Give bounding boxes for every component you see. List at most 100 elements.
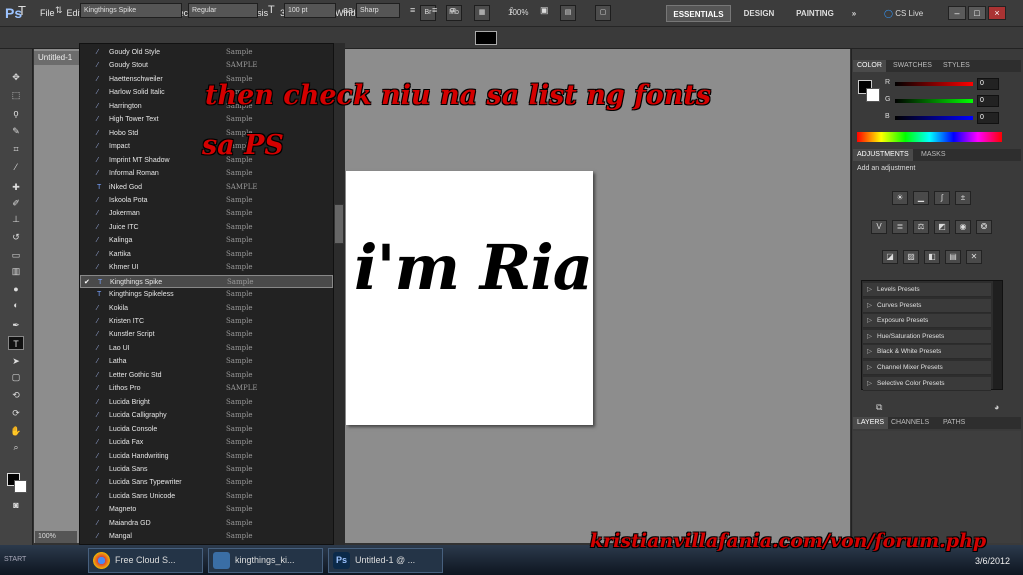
shape-tool-icon[interactable]: ▢ [8, 370, 24, 384]
3d-orbit-tool-icon[interactable]: ⟳ [8, 406, 24, 420]
font-list-item[interactable]: ⁄ Lucida Calligraphy Sample [80, 409, 333, 423]
gradient-map-icon[interactable]: ▤ [945, 250, 961, 264]
photo-filter-icon[interactable]: ◉ [955, 220, 971, 234]
type-tool-icon-active[interactable]: T [8, 336, 24, 350]
black-white-icon[interactable]: ◩ [934, 220, 950, 234]
levels-icon[interactable]: ▁ [913, 191, 929, 205]
minimize-button[interactable]: – [948, 6, 966, 20]
font-list-item[interactable]: ⁄ Lucida Console Sample [80, 423, 333, 437]
tab-swatches[interactable]: SWATCHES [889, 60, 936, 72]
font-list-item[interactable]: ⁄ Goudy Stout SAMPLE [80, 59, 333, 73]
font-list-item[interactable]: ⁄ Kalinga Sample [80, 234, 333, 248]
font-list-item[interactable]: ⁄ Lao UI Sample [80, 342, 333, 356]
3d-rotate-tool-icon[interactable]: ⟲ [8, 388, 24, 402]
channel-r-slider[interactable] [895, 82, 973, 86]
posterize-icon[interactable]: ▨ [903, 250, 919, 264]
workspace-design[interactable]: DESIGN [738, 5, 780, 22]
taskbar-item-chrome[interactable]: Free Cloud S... [88, 548, 203, 573]
font-size-field[interactable]: 100 pt [284, 3, 336, 18]
presets-scrollbar[interactable] [993, 281, 1002, 389]
font-list-item[interactable]: ⁄ Kartika Sample [80, 248, 333, 262]
eyedropper-tool-icon[interactable]: ⁄ [8, 160, 24, 174]
font-list-item[interactable]: T Kingthings Spikeless Sample [80, 288, 333, 302]
antialias-field[interactable]: Sharp [356, 3, 400, 18]
stamp-tool-icon[interactable]: ⊥ [8, 212, 24, 226]
preset-item[interactable]: ▷ Black & White Presets [863, 345, 991, 360]
color-panel-background[interactable] [866, 88, 880, 102]
font-list-item[interactable]: ⁄ Lucida Bright Sample [80, 396, 333, 410]
background-color-swatch[interactable] [14, 480, 27, 493]
marquee-tool-icon[interactable]: ⬚ [8, 88, 24, 102]
font-list-item[interactable]: ⁄ Informal Roman Sample [80, 167, 333, 181]
canvas-text-layer[interactable]: i'm Ria [354, 228, 593, 308]
tab-masks[interactable]: MASKS [917, 149, 950, 161]
threshold-icon[interactable]: ◧ [924, 250, 940, 264]
exposure-icon[interactable]: ± [955, 191, 971, 205]
cs-live-button[interactable]: ◯ CS Live [884, 5, 939, 22]
warp-text-icon[interactable]: ⟟ [510, 3, 513, 18]
font-list-item[interactable]: ⁄ Lithos Pro SAMPLE [80, 382, 333, 396]
align-center-icon[interactable]: ≡ [432, 3, 437, 18]
zoom-tool-icon[interactable]: ⌕ [8, 440, 24, 454]
align-left-icon[interactable]: ≡ [410, 3, 415, 18]
type-tool-icon[interactable]: T [18, 3, 26, 18]
font-list-item[interactable]: ⁄ Kokila Sample [80, 302, 333, 316]
workspace-painting[interactable]: PAINTING [790, 5, 840, 22]
text-color-swatch[interactable] [475, 31, 497, 45]
adjustments-footer-icon[interactable]: ⧉ [876, 402, 882, 413]
font-list-item[interactable]: ⁄ Maiandra GD Sample [80, 517, 333, 531]
healing-tool-icon[interactable]: ✚ [8, 180, 24, 194]
selective-color-icon[interactable]: ✕ [966, 250, 982, 264]
invert-icon[interactable]: ◪ [882, 250, 898, 264]
font-family-field[interactable]: Kingthings Spike [80, 3, 182, 18]
font-list-item[interactable]: ⁄ Kunstler Script Sample [80, 328, 333, 342]
hue-saturation-icon[interactable]: ≣ [892, 220, 908, 234]
font-list-item[interactable]: ⁄ Goudy Old Style Sample [80, 46, 333, 60]
preset-item[interactable]: ▷ Selective Color Presets [863, 376, 991, 391]
font-list-item[interactable]: TiNked God SAMPLE [80, 181, 333, 195]
font-style-field[interactable]: Regular [188, 3, 258, 18]
workspace-more[interactable]: » [848, 5, 860, 22]
tab-paths[interactable]: PATHS [939, 417, 969, 429]
channel-b-value[interactable]: 0 [977, 112, 999, 124]
crop-tool-icon[interactable]: ⌗ [8, 142, 24, 156]
hand-tool-icon[interactable]: ✋ [8, 424, 24, 438]
dropdown-scrollbar[interactable] [333, 43, 345, 545]
font-list-item[interactable]: ⁄ Lucida Handwriting Sample [80, 450, 333, 464]
view-extras-button[interactable]: ▦ [474, 5, 490, 21]
preset-item[interactable]: ▷ Curves Presets [863, 298, 991, 313]
channel-r-value[interactable]: 0 [977, 78, 999, 90]
font-list-item[interactable]: ⁄ Iskoola Pota Sample [80, 194, 333, 208]
preset-item[interactable]: ▷ Levels Presets [863, 283, 991, 297]
screen-mode-button[interactable]: ▢ [595, 5, 611, 21]
color-balance-icon[interactable]: ⚖ [913, 220, 929, 234]
close-button[interactable]: × [988, 6, 1006, 20]
adjustments-options-icon[interactable]: ◕ [994, 402, 999, 412]
eraser-tool-icon[interactable]: ▭ [8, 248, 24, 262]
font-list-item[interactable]: ⁄ Magneto Sample [80, 503, 333, 517]
quick-mask-icon[interactable]: ◙ [8, 498, 24, 512]
tab-layers[interactable]: LAYERS [853, 417, 889, 429]
font-list-item[interactable]: ⁄ Khmer UI Sample [80, 261, 333, 275]
brush-tool-icon[interactable]: ✐ [8, 196, 24, 210]
path-select-tool-icon[interactable]: ➤ [8, 354, 24, 368]
start-button[interactable]: START [0, 548, 40, 572]
font-list-item[interactable]: ⁄ Jokerman Sample [80, 207, 333, 221]
channel-g-slider[interactable] [895, 99, 973, 103]
font-list-item[interactable]: ⁄ Lucida Sans Sample [80, 463, 333, 477]
history-brush-tool-icon[interactable]: ↺ [8, 230, 24, 244]
brightness-icon[interactable]: ☀ [892, 191, 908, 205]
taskbar-item-photoshop[interactable]: Ps Untitled-1 @ ... [328, 548, 443, 573]
color-spectrum-bar[interactable] [857, 132, 1002, 142]
font-list-item[interactable]: ⁄ High Tower Text Sample [80, 113, 333, 127]
maximize-button[interactable]: □ [968, 6, 986, 20]
channel-mixer-icon[interactable]: ❂ [976, 220, 992, 234]
channel-b-slider[interactable] [895, 116, 973, 120]
text-orientation-icon[interactable]: ⇅ [55, 3, 63, 18]
channel-g-value[interactable]: 0 [977, 95, 999, 107]
pen-tool-icon[interactable]: ✒ [8, 318, 24, 332]
font-list-item[interactable]: ✔ T Kingthings Spike Sample [80, 274, 333, 289]
tab-adjustments[interactable]: ADJUSTMENTS [853, 149, 913, 161]
curves-icon[interactable]: ∫ [934, 191, 950, 205]
character-panel-icon[interactable]: ▣ [540, 3, 549, 18]
